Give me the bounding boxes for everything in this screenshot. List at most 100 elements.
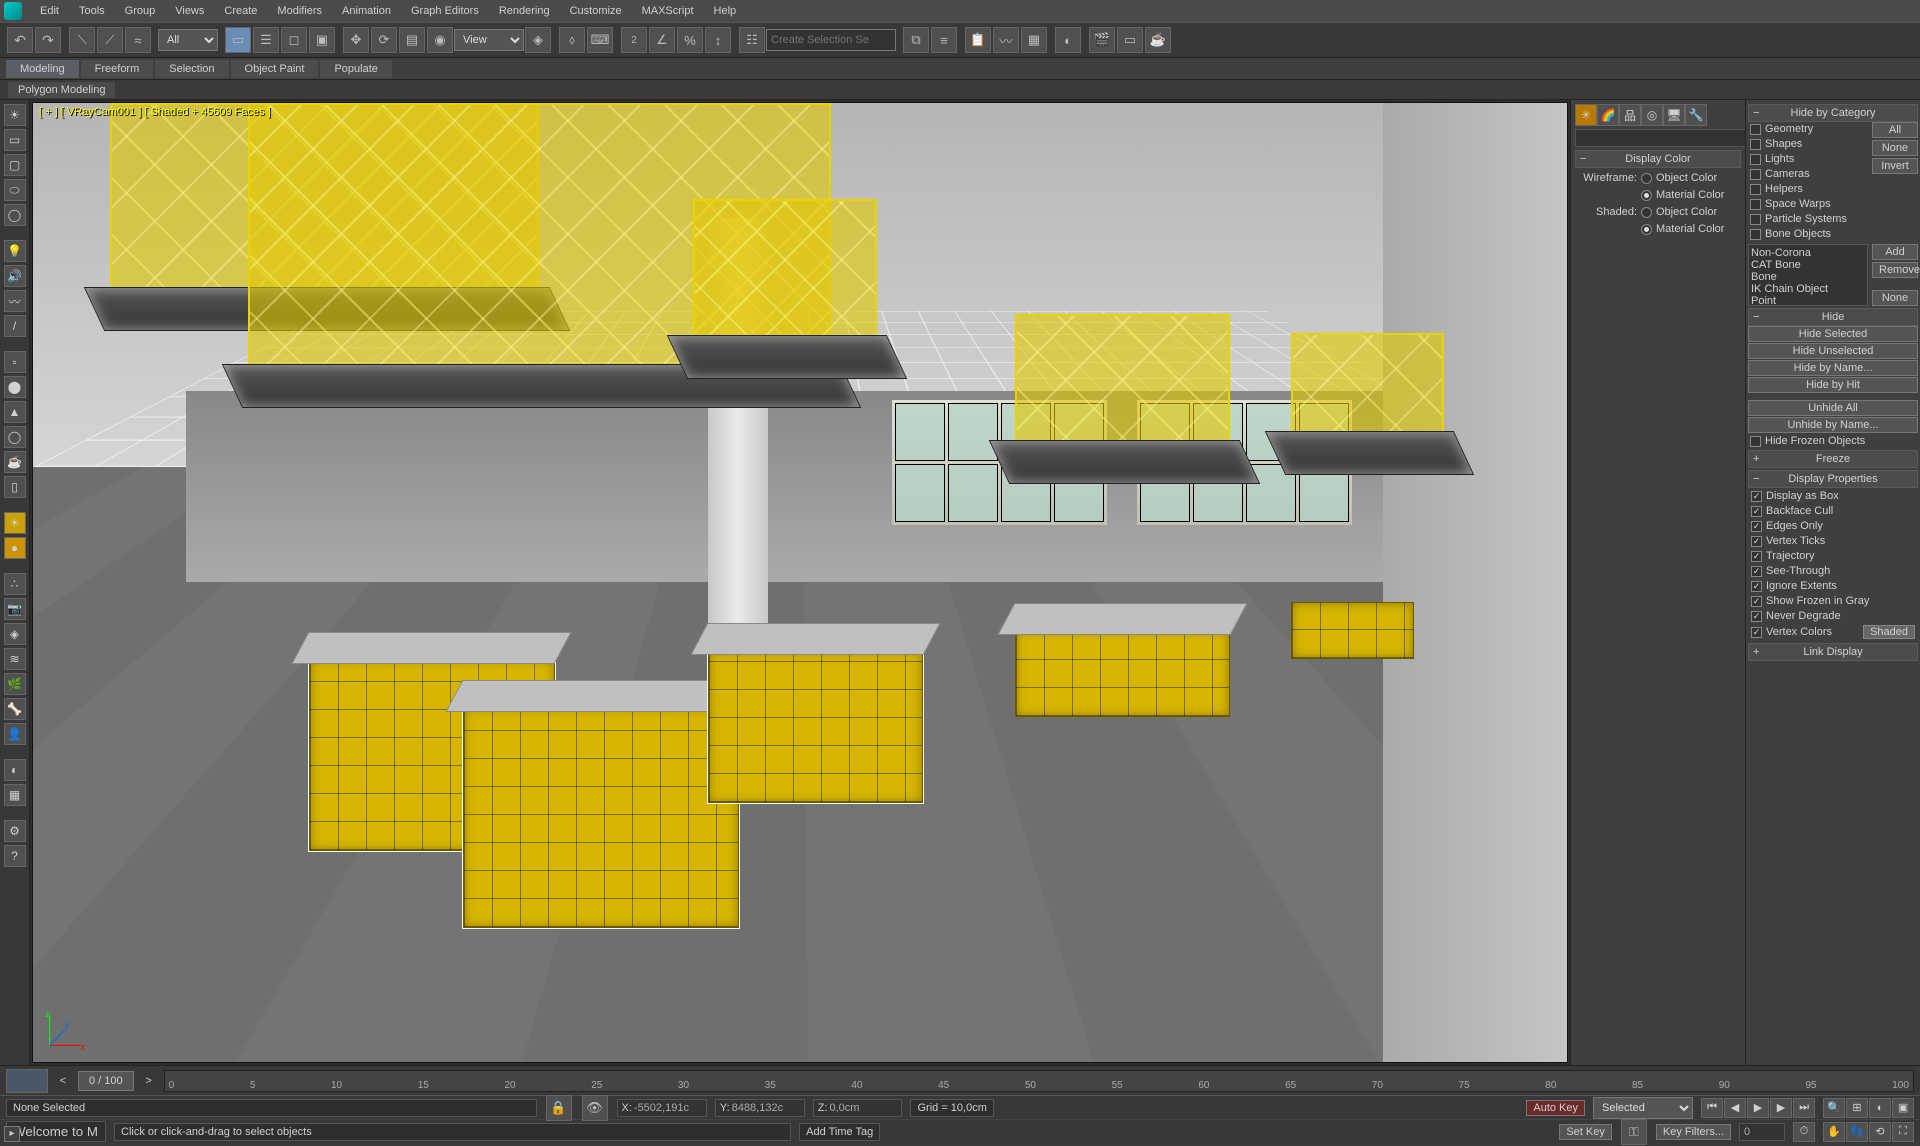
next-frame-button[interactable]: ▶	[1770, 1098, 1792, 1118]
tool-sphere[interactable]: ◯	[4, 204, 26, 226]
nav-zoom-extents-button[interactable]: ▣	[1892, 1098, 1914, 1118]
track-next-key[interactable]: >	[140, 1075, 158, 1087]
btn-hide-selected[interactable]: Hide Selected	[1748, 326, 1918, 342]
chk-hide-frozen[interactable]	[1750, 436, 1761, 447]
select-scale-button[interactable]: ▤	[399, 27, 425, 53]
btn-unhide-all[interactable]: Unhide All	[1748, 400, 1918, 416]
time-track[interactable]: 0510152025303540455055606570758085909510…	[164, 1070, 1914, 1092]
chk-vertex-ticks[interactable]	[1751, 536, 1762, 547]
setkey-button[interactable]: Set Key	[1559, 1124, 1612, 1140]
time-tag-button[interactable]: Add Time Tag	[799, 1123, 880, 1141]
goto-start-button[interactable]: ⏮	[1701, 1098, 1723, 1118]
nav-pan-button[interactable]: ✋	[1823, 1122, 1845, 1142]
time-config-button[interactable]: ⏱	[1793, 1122, 1815, 1142]
tool-render[interactable]: ▦	[4, 784, 26, 806]
redo-button[interactable]: ↷	[35, 27, 61, 53]
nav-maximize-button[interactable]: ⛶	[1892, 1122, 1914, 1142]
tool-settings[interactable]: ⚙	[4, 820, 26, 842]
mirror-button[interactable]: ⧉	[903, 27, 929, 53]
layer-explorer-button[interactable]: 📋	[965, 27, 991, 53]
menu-animation[interactable]: Animation	[332, 2, 401, 20]
tool-line[interactable]: /	[4, 315, 26, 337]
menu-edit[interactable]: Edit	[30, 2, 69, 20]
named-selection-edit-button[interactable]: ☷	[739, 27, 765, 53]
object-name-input[interactable]	[1575, 129, 1760, 147]
render-production-button[interactable]: ☕	[1145, 27, 1171, 53]
radio-sh-material[interactable]	[1641, 224, 1652, 235]
bind-spacewarp-button[interactable]: ≈	[125, 27, 151, 53]
keyboard-shortcut-toggle[interactable]: ⌨	[587, 27, 613, 53]
tool-vray-light[interactable]: ☀	[4, 104, 26, 126]
select-place-button[interactable]: ◉	[427, 27, 453, 53]
tool-particles[interactable]: ∴	[4, 573, 26, 595]
spinner-snap-button[interactable]: ↕	[705, 27, 731, 53]
cmdtab-create[interactable]: ✳	[1575, 104, 1597, 126]
tool-light[interactable]: 💡	[4, 240, 26, 262]
angle-snap-button[interactable]: ∠	[649, 27, 675, 53]
ribbon-tab-populate[interactable]: Populate	[320, 60, 391, 78]
percent-snap-button[interactable]: %	[677, 27, 703, 53]
tool-box[interactable]: ▢	[4, 154, 26, 176]
category-listbox[interactable]: Non-CoronaCAT BoneBoneIK Chain ObjectPoi…	[1748, 244, 1868, 306]
tool-plane[interactable]: ▭	[4, 129, 26, 151]
btn-list-none[interactable]: None	[1872, 290, 1918, 306]
btn-cat-none[interactable]: None	[1872, 140, 1918, 156]
rollout-display-props[interactable]: −Display Properties	[1748, 470, 1918, 488]
chk-edges-only[interactable]	[1751, 521, 1762, 532]
link-button[interactable]: ⟍	[69, 27, 95, 53]
subtab-polymodeling[interactable]: Polygon Modeling	[8, 82, 115, 98]
viewport-label[interactable]: [ + ] [ VRayCam001 ] [ Shaded + 45609 Fa…	[39, 106, 271, 118]
tool-prim-teapot[interactable]: ☕	[4, 451, 26, 473]
menu-help[interactable]: Help	[704, 2, 747, 20]
nav-orbit-button[interactable]: ⟲	[1869, 1122, 1891, 1142]
tool-prim-box[interactable]: ▫	[4, 351, 26, 373]
track-prev-key[interactable]: <	[54, 1075, 72, 1087]
menu-customize[interactable]: Customize	[560, 2, 632, 20]
cmdtab-display[interactable]: 🖥	[1663, 104, 1685, 126]
menu-create[interactable]: Create	[214, 2, 267, 20]
rendered-frame-button[interactable]: ▭	[1117, 27, 1143, 53]
tool-sun[interactable]: ☀	[4, 512, 26, 534]
tool-camera[interactable]: 📷	[4, 598, 26, 620]
tool-material[interactable]: ◐	[4, 759, 26, 781]
btn-list-add[interactable]: Add	[1872, 244, 1918, 260]
chk-never-degrade[interactable]	[1751, 611, 1762, 622]
pivot-center-button[interactable]: ◈	[525, 27, 551, 53]
select-move-button[interactable]: ✥	[343, 27, 369, 53]
tool-cylinder[interactable]: ⬭	[4, 179, 26, 201]
btn-hide-by-name[interactable]: Hide by Name...	[1748, 360, 1918, 376]
manipulate-button[interactable]: ⬨	[559, 27, 585, 53]
chk-display-as-box[interactable]	[1751, 491, 1762, 502]
tool-biped[interactable]: 👤	[4, 723, 26, 745]
menu-grapheditors[interactable]: Graph Editors	[401, 2, 489, 20]
time-slider-handle[interactable]	[6, 1069, 48, 1093]
tool-help[interactable]: ?	[4, 845, 26, 867]
chk-spacewarps[interactable]	[1750, 199, 1761, 210]
btn-unhide-by-name[interactable]: Unhide by Name...	[1748, 417, 1918, 433]
schematic-view-button[interactable]: ▦	[1021, 27, 1047, 53]
chk-vertex-colors[interactable]	[1751, 627, 1762, 638]
rollout-link-display[interactable]: +Link Display	[1748, 643, 1918, 661]
tool-prim-tube[interactable]: ▯	[4, 476, 26, 498]
chk-see-through[interactable]	[1751, 566, 1762, 577]
frame-indicator[interactable]: 0 / 100	[78, 1071, 134, 1091]
goto-end-button[interactable]: ⏭	[1793, 1098, 1815, 1118]
chk-geometry[interactable]	[1750, 124, 1761, 135]
rollout-hide[interactable]: −Hide	[1748, 308, 1918, 326]
select-by-name-button[interactable]: ☰	[253, 27, 279, 53]
tool-helpers[interactable]: ◈	[4, 623, 26, 645]
maxscript-mini-listener[interactable]	[6, 1121, 106, 1142]
radio-wf-material[interactable]	[1641, 190, 1652, 201]
tool-prim-torus[interactable]: ◯	[4, 426, 26, 448]
tool-prim-cone[interactable]: ▲	[4, 401, 26, 423]
cmdtab-modify[interactable]: 🌈	[1597, 104, 1619, 126]
key-mode-combo[interactable]: Selected	[1593, 1097, 1693, 1119]
cmdtab-utilities[interactable]: 🔧	[1685, 104, 1707, 126]
tool-prim-sphere[interactable]: ⬤	[4, 376, 26, 398]
tool-sound[interactable]: 🔊	[4, 265, 26, 287]
curve-editor-button[interactable]: 〰	[993, 27, 1019, 53]
snap-2d-button[interactable]: 2	[621, 27, 647, 53]
rollout-hide-category[interactable]: −Hide by Category	[1748, 104, 1918, 122]
isolate-icon[interactable]: 👁	[582, 1095, 608, 1121]
selection-region-button[interactable]: ◻	[281, 27, 307, 53]
